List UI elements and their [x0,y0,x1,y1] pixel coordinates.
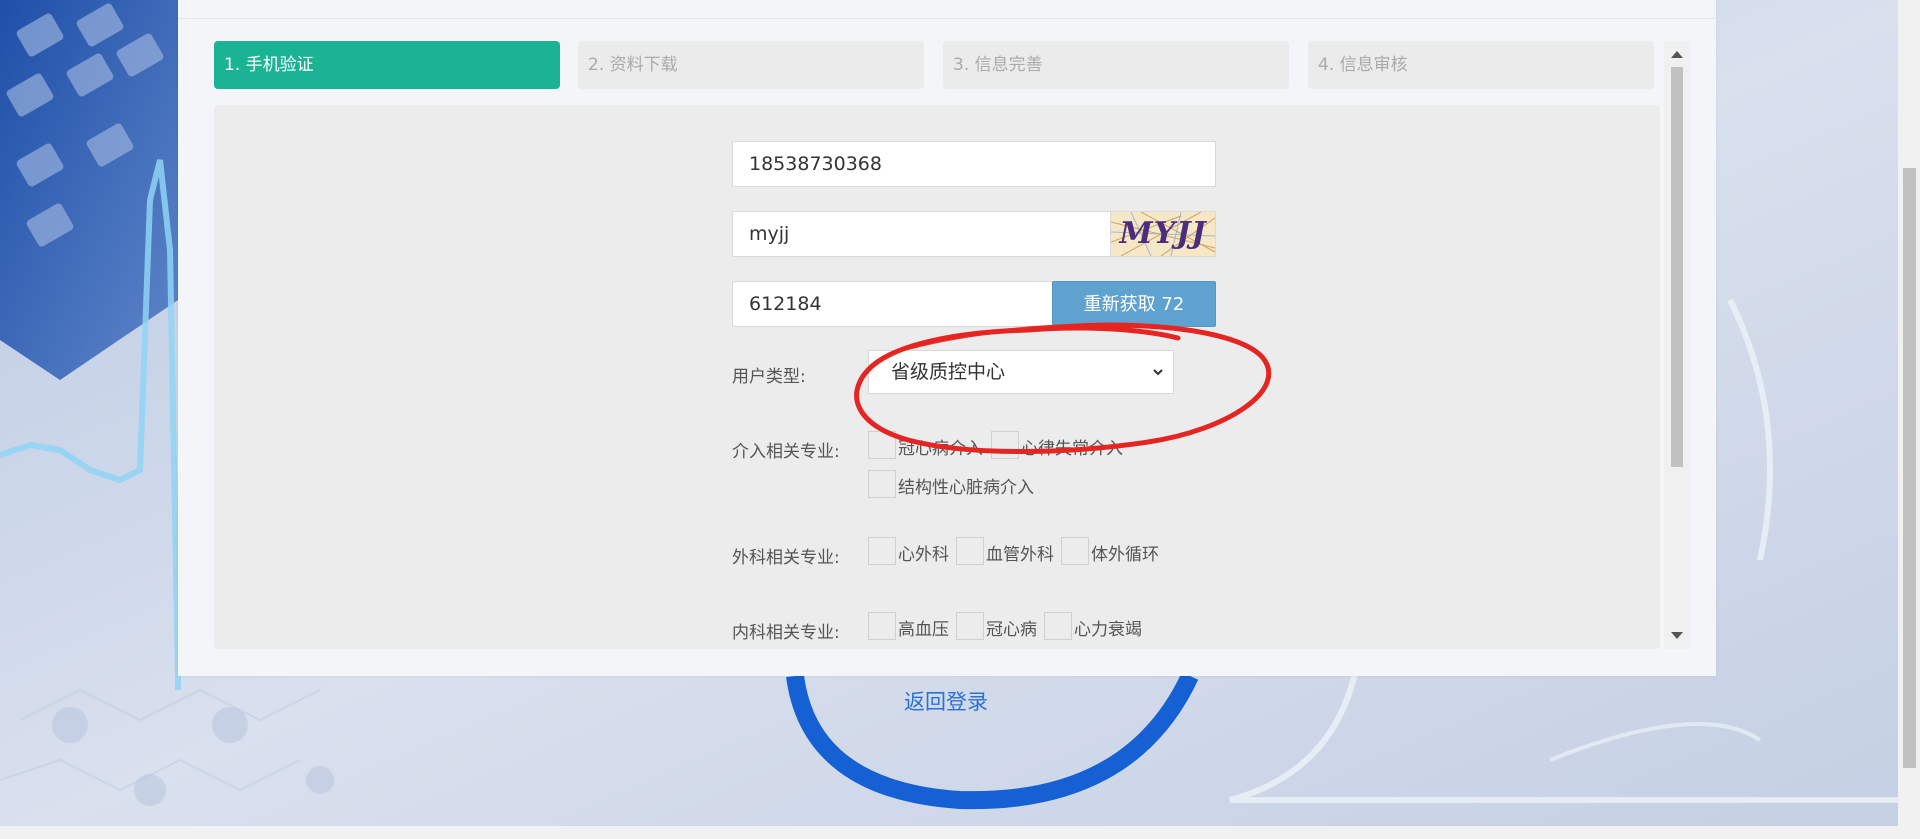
checkbox-intervention-1[interactable] [991,431,1019,459]
step-info-review[interactable]: 4. 信息审核 [1308,41,1654,89]
surgery-option-1: 血管外科 [986,545,1054,565]
sms-code-input[interactable]: 612184 [732,281,1088,327]
registration-panel: 1. 手机验证 2. 资料下载 3. 信息完善 4. 信息审核 18538730… [178,0,1716,676]
page-scrollbar-thumb[interactable] [1903,168,1916,768]
captcha-image[interactable]: MYJJ [1110,211,1216,257]
checkbox-surgery-2[interactable] [1061,537,1089,565]
intervention-option-2: 结构性心脏病介入 [898,478,1034,498]
user-type-label: 用户类型: [732,367,806,387]
panel-divider [178,18,1716,19]
page-scrollbar[interactable] [1898,0,1920,826]
checkbox-surgery-0[interactable] [868,537,896,565]
form-area: 18538730368 myjj MYJJ 612184 重新获取 72 用户类… [214,105,1660,649]
internal-medicine-label: 内科相关专业: [732,623,840,643]
resend-code-button[interactable]: 重新获取 72 [1052,281,1216,327]
scroll-up-icon[interactable] [1671,51,1683,58]
form-scrollbar[interactable] [1664,41,1690,649]
surgery-option-2: 体外循环 [1091,545,1159,565]
internal-option-0: 高血压 [898,620,949,640]
step-phone-verification[interactable]: 1. 手机验证 [214,41,560,89]
user-type-selected: 省级质控中心 [891,361,1006,383]
chevron-down-icon [1153,369,1163,376]
phone-input[interactable]: 18538730368 [732,141,1216,187]
checkbox-intervention-0[interactable] [868,431,896,459]
captcha-text: MYJJ [1119,216,1207,251]
form-scrollbar-thumb[interactable] [1671,67,1683,467]
internal-option-2: 心力衰竭 [1074,620,1142,640]
checkbox-surgery-1[interactable] [956,537,984,565]
bottom-scroll-strip [0,826,1920,839]
checkbox-internal-0[interactable] [868,612,896,640]
checkbox-intervention-2[interactable] [868,470,896,498]
checkbox-internal-1[interactable] [956,612,984,640]
captcha-input[interactable]: myjj [732,211,1146,257]
checkbox-internal-2[interactable] [1044,612,1072,640]
intervention-option-1: 心律失常介入 [1021,439,1123,459]
intervention-option-0: 冠心病介入 [898,439,983,459]
user-type-select[interactable]: 省级质控中心 [868,350,1174,394]
back-to-login-link[interactable]: 返回登录 [904,686,988,716]
surgery-option-0: 心外科 [898,545,949,565]
step-document-download[interactable]: 2. 资料下载 [578,41,924,89]
internal-option-1: 冠心病 [986,620,1037,640]
step-info-completion[interactable]: 3. 信息完善 [943,41,1289,89]
intervention-label: 介入相关专业: [732,442,840,462]
surgery-label: 外科相关专业: [732,548,840,568]
scroll-down-icon[interactable] [1671,632,1683,639]
